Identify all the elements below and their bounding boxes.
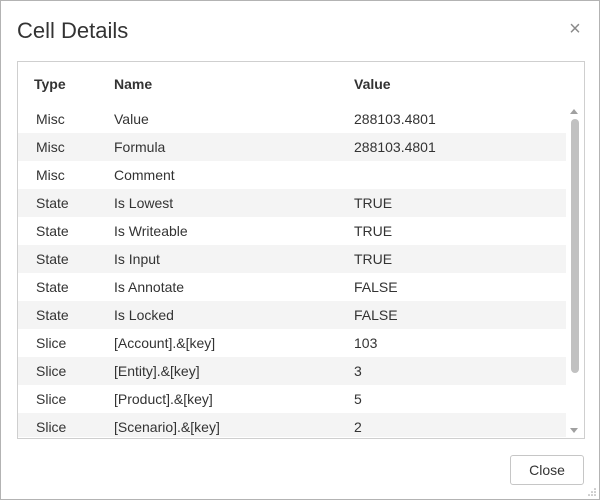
cell-name: Comment [114,167,175,183]
cell-value: TRUE [354,195,393,211]
cell-type: Slice [36,419,67,435]
cell-type: Slice [36,391,67,407]
table-row[interactable]: Misc Comment [18,161,566,189]
cell-details-grid: Type Name Value Misc Value 288103.4801 M… [17,61,585,439]
scrollbar-thumb[interactable] [571,119,579,373]
table-row[interactable]: State Is Locked FALSE [18,301,566,329]
cell-type: State [36,223,69,239]
cell-value: 5 [354,391,362,407]
cell-name: Is Input [114,251,160,267]
cell-name: Is Locked [114,307,174,323]
column-header-type[interactable]: Type [34,76,66,92]
table-row[interactable]: Slice [Product].&[key] 5 [18,385,566,413]
cell-value: 3 [354,363,362,379]
cell-name: Is Lowest [114,195,174,211]
table-row[interactable]: State Is Annotate FALSE [18,273,566,301]
cell-value: 288103.4801 [354,139,436,155]
cell-type: State [36,251,69,267]
cell-name: Formula [114,139,166,155]
cell-type: State [36,307,69,323]
cell-value: 103 [354,335,378,351]
cell-details-dialog: Cell Details × Type Name Value Misc Valu… [0,0,600,500]
cell-value: 2 [354,419,362,435]
cell-name: Is Annotate [114,279,185,295]
table-row[interactable]: Slice [Account].&[key] 103 [18,329,566,357]
cell-name: [Scenario].&[key] [114,419,220,435]
scroll-down-arrow-icon[interactable] [570,428,578,433]
table-row[interactable]: State Is Lowest TRUE [18,189,566,217]
cell-type: Slice [36,363,67,379]
table-row[interactable]: Slice [Scenario].&[key] 2 [18,413,566,437]
cell-name: Is Writeable [114,223,188,239]
cell-type: State [36,279,69,295]
cell-value: TRUE [354,223,393,239]
cell-value: FALSE [354,307,398,323]
vertical-scrollbar[interactable] [566,105,584,437]
table-row[interactable]: State Is Writeable TRUE [18,217,566,245]
cell-value: FALSE [354,279,398,295]
resize-grip-icon[interactable] [588,488,596,496]
column-header-value[interactable]: Value [354,76,391,92]
cell-name: Value [114,111,149,127]
scroll-up-arrow-icon[interactable] [570,109,578,114]
cell-type: Slice [36,335,67,351]
cell-name: [Entity].&[key] [114,363,200,379]
cell-type: Misc [36,167,65,183]
table-row[interactable]: State Is Input TRUE [18,245,566,273]
cell-type: Misc [36,111,65,127]
cell-value: TRUE [354,251,393,267]
grid-body: Misc Value 288103.4801 Misc Formula 2881… [18,105,566,437]
table-row[interactable]: Misc Value 288103.4801 [18,105,566,133]
cell-name: [Product].&[key] [114,391,213,407]
close-button[interactable]: Close [510,455,584,485]
cell-value: 288103.4801 [354,111,436,127]
column-header-name[interactable]: Name [114,76,152,92]
cell-type: Misc [36,139,65,155]
cell-type: State [36,195,69,211]
grid-header: Type Name Value [18,62,584,104]
table-row[interactable]: Slice [Entity].&[key] 3 [18,357,566,385]
close-icon[interactable]: × [567,19,583,39]
dialog-title: Cell Details [17,18,129,43]
cell-name: [Account].&[key] [114,335,216,351]
table-row[interactable]: Misc Formula 288103.4801 [18,133,566,161]
